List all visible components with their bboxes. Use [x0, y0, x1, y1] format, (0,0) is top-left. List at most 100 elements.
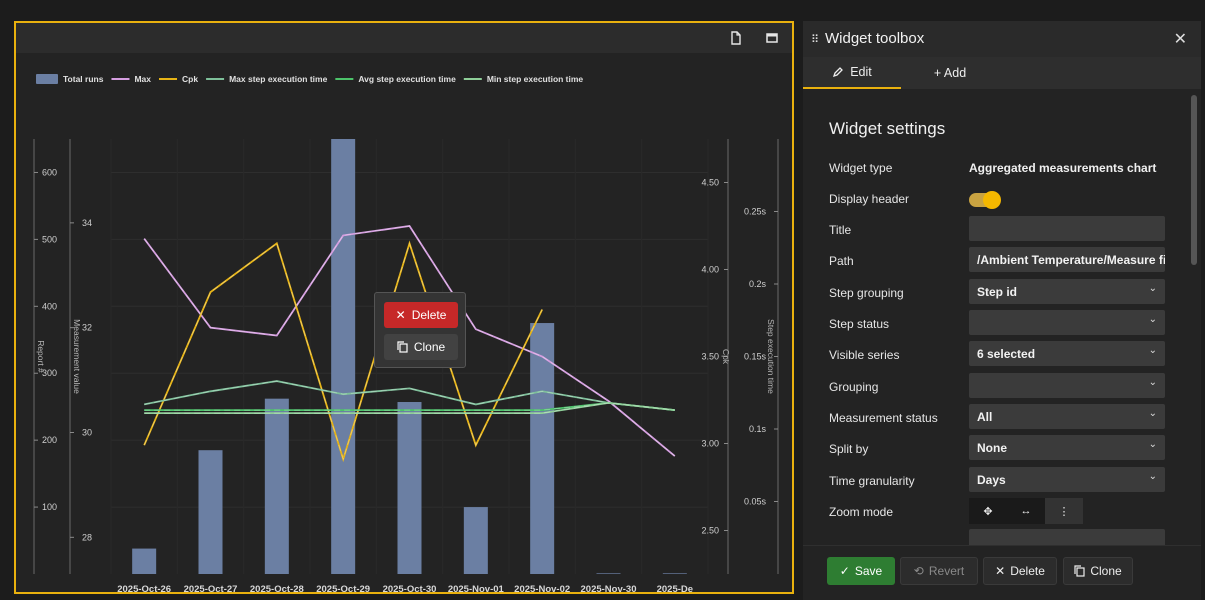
chart-legend: Total runs Max Cpk Max step execution time A… — [36, 74, 583, 84]
scrollbar[interactable] — [1191, 95, 1197, 265]
x-axis-ticks: 2025-Oct-26 2025-Oct-27 2025-Oct-28 2025-Oc… — [117, 584, 693, 592]
bar-2025-oct-30 — [397, 402, 422, 574]
tab-edit[interactable]: Edit — [803, 57, 901, 89]
chevron-down-icon: ⌄ — [1148, 314, 1157, 325]
check-icon: ✓ — [839, 564, 850, 578]
cpk-axis-tick-label: 4.00 — [701, 265, 719, 275]
report-axis-title: Report # — [36, 340, 46, 373]
delete-button[interactable]: ✕ Delete — [983, 557, 1057, 585]
cpk-axis-tick-label: 4.50 — [701, 178, 719, 188]
move-icon: ✥ — [983, 505, 993, 518]
step-time-axis-tick-label: 0.15s — [744, 352, 767, 362]
display-header-toggle[interactable] — [969, 191, 1001, 209]
measurement-status-label: Measurement status — [829, 411, 938, 425]
legend-label-total-runs: Total runs — [63, 74, 104, 84]
measurement-axis-tick-label: 32 — [82, 323, 92, 333]
chart-widget[interactable]: Total runs Max Cpk Max step execution time A… — [14, 21, 794, 594]
tab-edit-label: Edit — [850, 65, 872, 79]
context-clone-button[interactable]: Clone — [384, 334, 458, 360]
x-tick-label: 2025-Oct-26 — [117, 584, 171, 592]
cpk-axis-title: Cpk — [721, 349, 731, 365]
x-tick-label: 2025-Nov-02 — [514, 584, 570, 592]
cpk-axis-tick-label: 3.00 — [701, 439, 719, 449]
x-tick-label: 2025-Oct-30 — [383, 584, 437, 592]
title-input[interactable] — [969, 216, 1165, 241]
cpk-axis-tick-label: 2.50 — [701, 526, 719, 536]
revert-label: Revert — [928, 564, 965, 578]
toolbox-footer: ✓ Save ⟲ Revert ✕ Delete Clone — [803, 545, 1201, 600]
save-label: Save — [854, 564, 883, 578]
context-menu: ✕ Delete Clone — [374, 292, 466, 368]
zoom-pan-button[interactable]: ✥ — [969, 498, 1007, 524]
split-by-select[interactable]: None ⌄ — [969, 435, 1165, 460]
title-label: Title — [829, 223, 852, 237]
revert-button[interactable]: ⟲ Revert — [900, 557, 978, 585]
report-axis-tick-label: 100 — [42, 502, 57, 512]
x-tick-label: 2025-Oct-27 — [184, 584, 238, 592]
report-axis-tick-label: 400 — [42, 301, 57, 311]
legend-label-max-step-execution-time: Max step execution time — [229, 74, 328, 84]
display-header-label: Display header — [829, 192, 910, 206]
report-axis-tick-label: 600 — [42, 167, 57, 177]
measurement-axis-title: Measurement value — [72, 319, 82, 394]
copy-icon — [1074, 565, 1085, 577]
zoom-more-button[interactable]: ⋮ — [1045, 498, 1083, 524]
zoom-mode-group: ✥ ↔ ⋮ — [969, 498, 1083, 524]
step-status-label: Step status — [829, 317, 890, 331]
path-value: /Ambient Temperature/Measure fi: — [977, 252, 1165, 267]
zoom-horizontal-button[interactable]: ↔ — [1007, 498, 1045, 524]
title-input-field[interactable] — [977, 221, 1157, 236]
grouping-select[interactable]: ⌄ — [969, 373, 1165, 398]
step-time-axis-tick-label: 0.2s — [749, 279, 767, 289]
visible-series-select[interactable]: 6 selected ⌄ — [969, 341, 1165, 366]
settings-title: Widget settings — [829, 119, 946, 138]
x-tick-label: 2025-Oct-29 — [316, 584, 370, 592]
report-axis-tick-label: 200 — [42, 435, 57, 445]
report-axis-tick-label: 500 — [42, 234, 57, 244]
drag-handle-icon[interactable]: ⠿ — [811, 33, 819, 46]
time-granularity-select[interactable]: Days ⌄ — [969, 467, 1165, 492]
grouping-label: Grouping — [829, 380, 879, 394]
document-icon[interactable] — [728, 30, 744, 46]
step-grouping-select[interactable]: Step id ⌄ — [969, 279, 1165, 304]
bar-2025-oct-26 — [132, 548, 157, 574]
save-button[interactable]: ✓ Save — [827, 557, 895, 585]
toggle-knob — [983, 191, 1001, 209]
close-icon: ✕ — [995, 564, 1006, 578]
close-icon[interactable]: ✕ — [1174, 29, 1187, 49]
path-input[interactable]: /Ambient Temperature/Measure fi: — [969, 247, 1165, 272]
widget-type-value: Aggregated measurements chart — [969, 161, 1157, 175]
step-time-axis-title: Step execution time — [766, 319, 776, 394]
chevron-down-icon: ⌄ — [1148, 439, 1157, 450]
cpk-axis-tick-label: 3.50 — [701, 352, 719, 362]
step-grouping-label: Step grouping — [829, 286, 904, 300]
pencil-icon — [833, 67, 844, 78]
legend-label-cpk: Cpk — [182, 74, 198, 84]
maximize-icon[interactable] — [764, 30, 780, 46]
toolbox-header: ⠿ Widget toolbox ✕ — [803, 21, 1201, 57]
measurement-status-select[interactable]: All ⌄ — [969, 404, 1165, 429]
x-tick-label: 2025-Nov-30 — [581, 584, 637, 592]
step-time-axis-tick-label: 0.25s — [744, 207, 767, 217]
step-status-select[interactable]: ⌄ — [969, 310, 1165, 335]
chevron-down-icon: ⌄ — [1148, 408, 1157, 419]
bar-2025-de — [662, 573, 687, 574]
history-icon: ⟲ — [913, 564, 924, 578]
x-tick-label: 2025-Nov-01 — [448, 584, 505, 592]
toolbox-body[interactable]: Widget settings Widget type Aggregated m… — [803, 89, 1201, 545]
clone-button[interactable]: Clone — [1063, 557, 1133, 585]
tab-add[interactable]: + Add — [901, 57, 999, 89]
tab-add-label: + Add — [933, 66, 967, 80]
context-delete-button[interactable]: ✕ Delete — [384, 302, 458, 328]
step-time-axis-tick-label: 0.1s — [749, 424, 767, 434]
widget-toolbox: ⠿ Widget toolbox ✕ Edit + Add Widget set… — [803, 21, 1201, 600]
context-clone-label: Clone — [413, 340, 446, 354]
legend-label-max: Max — [134, 74, 151, 84]
next-field[interactable] — [969, 529, 1165, 545]
bar-2025-nov-30 — [596, 573, 621, 574]
clone-label: Clone — [1090, 564, 1122, 578]
bar-2025-oct-27 — [198, 450, 223, 574]
x-tick-label: 2025-De — [657, 584, 693, 592]
toolbox-title: Widget toolbox — [825, 30, 925, 47]
split-by-label: Split by — [829, 442, 869, 456]
